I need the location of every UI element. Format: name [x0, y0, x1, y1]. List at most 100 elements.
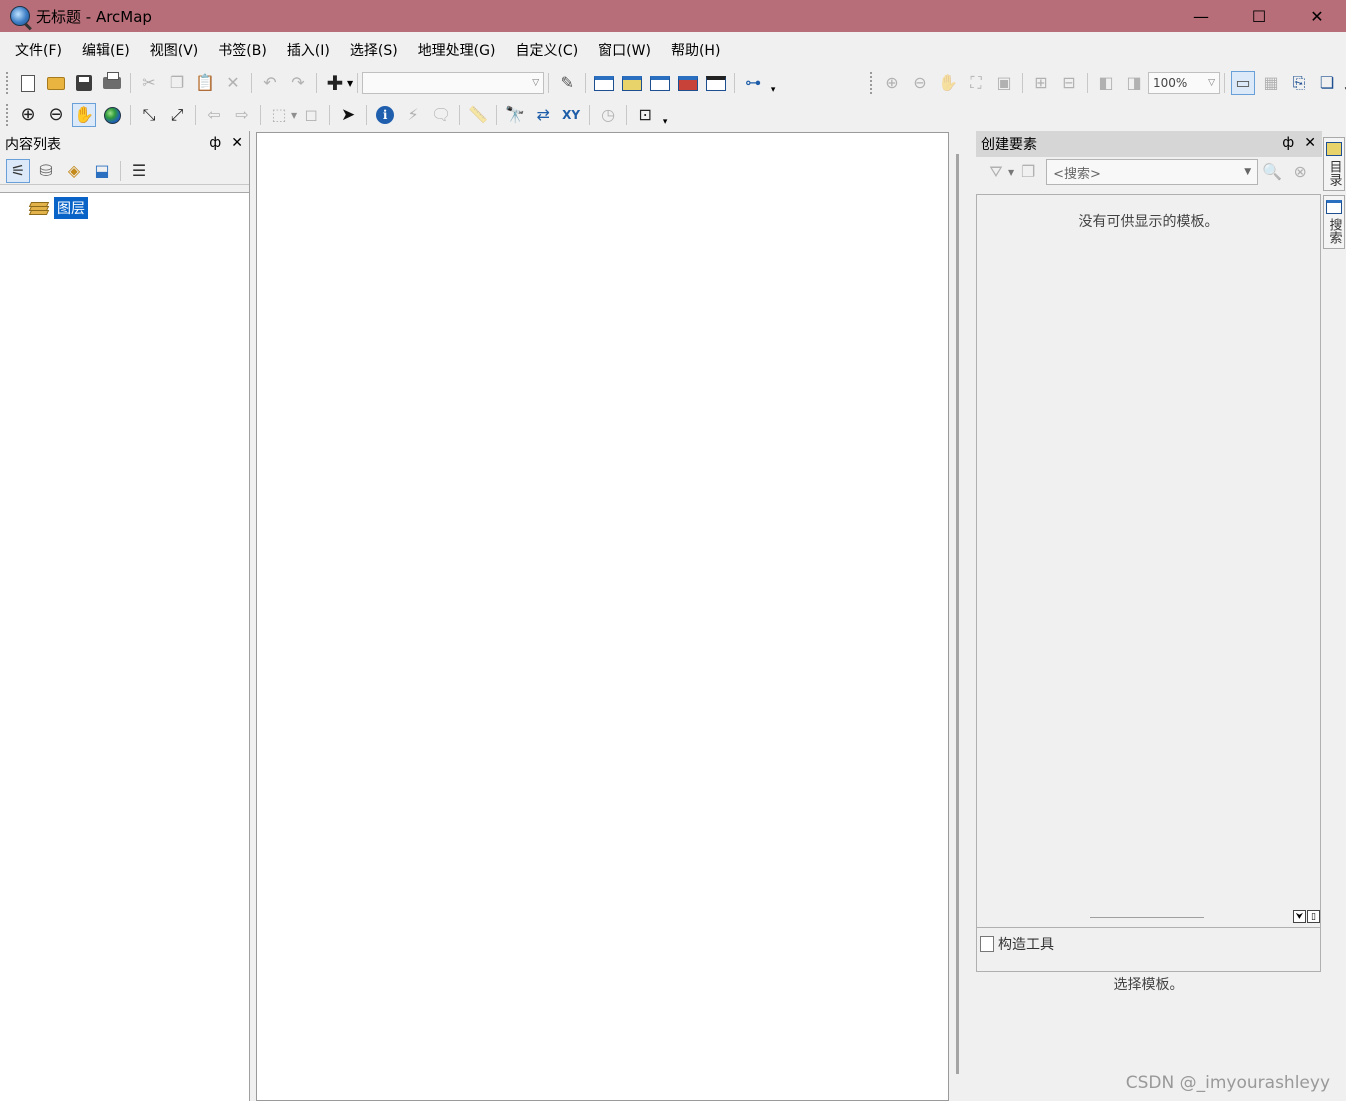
html-popup-button[interactable]: 🗨 [429, 103, 453, 127]
copy-button[interactable]: ❐ [165, 71, 189, 95]
hyperlink-button[interactable]: ⚡ [401, 103, 425, 127]
redo-button[interactable]: ↷ [286, 71, 310, 95]
find-route-button[interactable]: ⇄ [531, 103, 555, 127]
toolbar-grip[interactable] [6, 104, 10, 126]
menu-help[interactable]: 帮助(H) [664, 40, 727, 60]
menu-file[interactable]: 文件(F) [8, 40, 69, 60]
modelbuilder-button[interactable]: ⊶ [741, 71, 765, 95]
cut-button[interactable]: ✂ [137, 71, 161, 95]
clear-selection-button[interactable]: ◻ [299, 103, 323, 127]
search-window-button[interactable] [648, 71, 672, 95]
time-slider-button[interactable]: ◷ [596, 103, 620, 127]
tab-search[interactable]: 搜索 [1323, 195, 1345, 249]
toggle-draft-mode-button[interactable]: ▭ [1231, 71, 1255, 95]
close-button[interactable]: ✕ [1288, 0, 1346, 32]
zoom-in-button[interactable]: ⊕ [16, 103, 40, 127]
select-elements-button[interactable]: ➤ [336, 103, 360, 127]
zoom-out-button[interactable]: ⊖ [44, 103, 68, 127]
save-button[interactable] [72, 71, 96, 95]
toolbar-overflow-icon[interactable]: ▾ [767, 71, 779, 95]
menu-edit[interactable]: 编辑(E) [75, 40, 137, 60]
list-by-drawing-order-button[interactable]: ⚟ [6, 158, 30, 183]
zoom-100-percent-button[interactable]: ▣ [992, 71, 1016, 95]
change-layout-button[interactable]: ⎘ [1287, 71, 1311, 95]
clear-search-button[interactable]: ⊗ [1288, 160, 1312, 184]
toolbar-separator [548, 73, 550, 93]
menu-windows[interactable]: 窗口(W) [591, 40, 658, 60]
find-button[interactable]: 🔭 [503, 103, 527, 127]
python-window-button[interactable] [704, 71, 728, 95]
toolbar-grip[interactable] [6, 72, 10, 94]
select-features-button[interactable]: ⬚ [267, 103, 291, 127]
focus-data-frame-button[interactable]: ▦ [1259, 71, 1283, 95]
fixed-zoom-in-button[interactable]: ⊞ [1029, 71, 1053, 95]
create-features-toolbar: ⛛ ▼ ❐ <搜索> ▼ 🔍 ⊗ [976, 157, 1322, 187]
zoom-whole-page-button[interactable]: ⛶ [964, 71, 988, 95]
go-to-xy-button[interactable]: XY [559, 103, 583, 127]
toolbar-overflow-icon[interactable]: ▾ [1341, 71, 1346, 95]
full-extent-button[interactable] [100, 103, 124, 127]
print-button[interactable] [100, 71, 124, 95]
open-button[interactable] [44, 71, 68, 95]
collapse-down-icon[interactable]: ⮟ [1293, 910, 1306, 923]
add-data-dropdown-icon[interactable]: ▼ [347, 79, 353, 88]
menu-selection[interactable]: 选择(S) [343, 40, 405, 60]
map-scale-combo[interactable]: ▽ [362, 72, 545, 94]
search-button[interactable]: 🔍 [1260, 160, 1284, 184]
paste-button[interactable]: 📋 [193, 71, 217, 95]
measure-button[interactable]: 📏 [466, 103, 490, 127]
menu-customize[interactable]: 自定义(C) [508, 40, 585, 60]
list-by-source-button[interactable]: ⛁ [34, 159, 58, 183]
template-search-input[interactable]: <搜索> ▼ [1046, 159, 1259, 185]
tab-catalog[interactable]: 目录 [1323, 137, 1345, 191]
create-viewer-window-button[interactable]: ⊡ [633, 103, 657, 127]
layout-zoom-combo[interactable]: 100% ▽ [1148, 72, 1220, 94]
fixed-zoom-out-button[interactable]: ⊟ [1057, 71, 1081, 95]
pin-icon[interactable]: ф [1282, 135, 1294, 151]
editor-toolbar-button[interactable]: ✎ [555, 71, 579, 95]
go-back-extent-button[interactable]: ⇦ [202, 103, 226, 127]
panel-splitter[interactable]: ⮟ ▯ [976, 909, 1322, 927]
undo-button[interactable]: ↶ [258, 71, 282, 95]
minimize-button[interactable]: — [1172, 0, 1230, 32]
toolbar-overflow-icon[interactable]: ▾ [659, 103, 671, 127]
menu-geoprocessing[interactable]: 地理处理(G) [411, 40, 503, 60]
close-icon[interactable]: ✕ [1304, 135, 1316, 151]
arctoolbox-button[interactable] [676, 71, 700, 95]
add-data-button[interactable]: ✚ [323, 71, 347, 95]
layout-back-button[interactable]: ◧ [1094, 71, 1118, 95]
data-driven-pages-button[interactable]: ❏ [1315, 71, 1339, 95]
delete-button[interactable]: ✕ [221, 71, 245, 95]
close-icon[interactable]: ✕ [231, 135, 243, 151]
list-by-selection-button[interactable]: ⬓ [90, 159, 114, 183]
layers-label[interactable]: 图层 [54, 197, 88, 219]
layout-pan-button[interactable]: ✋ [936, 71, 960, 95]
layout-forward-button[interactable]: ◨ [1122, 71, 1146, 95]
menu-insert[interactable]: 插入(I) [280, 40, 337, 60]
menu-view[interactable]: 视图(V) [143, 40, 206, 60]
identify-button[interactable]: i [373, 103, 397, 127]
layout-zoom-out-button[interactable]: ⊖ [908, 71, 932, 95]
fixed-zoom-out-tool-button[interactable]: ⤢ [165, 103, 189, 127]
organize-templates-button[interactable]: ❐ [1016, 160, 1040, 184]
fixed-zoom-in-tool-button[interactable]: ⤡ [137, 103, 161, 127]
table-of-contents-button[interactable] [592, 71, 616, 95]
filter-dropdown-icon[interactable]: ▼ [1008, 168, 1014, 177]
pin-icon[interactable]: ф [209, 135, 221, 151]
map-splitter[interactable] [956, 154, 959, 1074]
menu-bookmarks[interactable]: 书签(B) [211, 40, 274, 60]
go-forward-extent-button[interactable]: ⇨ [230, 103, 254, 127]
layers-node[interactable]: 图层 [28, 197, 88, 219]
filter-templates-button[interactable]: ⛛ [984, 160, 1008, 184]
layout-zoom-in-button[interactable]: ⊕ [880, 71, 904, 95]
pan-button[interactable]: ✋ [72, 103, 96, 127]
maximize-button[interactable]: ☐ [1230, 0, 1288, 32]
toc-options-button[interactable]: ☰ [127, 159, 151, 183]
toolbar-grip[interactable] [870, 72, 874, 94]
restore-icon[interactable]: ▯ [1307, 910, 1320, 923]
select-features-dropdown-icon[interactable]: ▼ [291, 111, 297, 120]
map-view[interactable] [256, 132, 949, 1101]
catalog-window-button[interactable] [620, 71, 644, 95]
new-document-button[interactable] [16, 71, 40, 95]
list-by-visibility-button[interactable]: ◈ [62, 159, 86, 183]
